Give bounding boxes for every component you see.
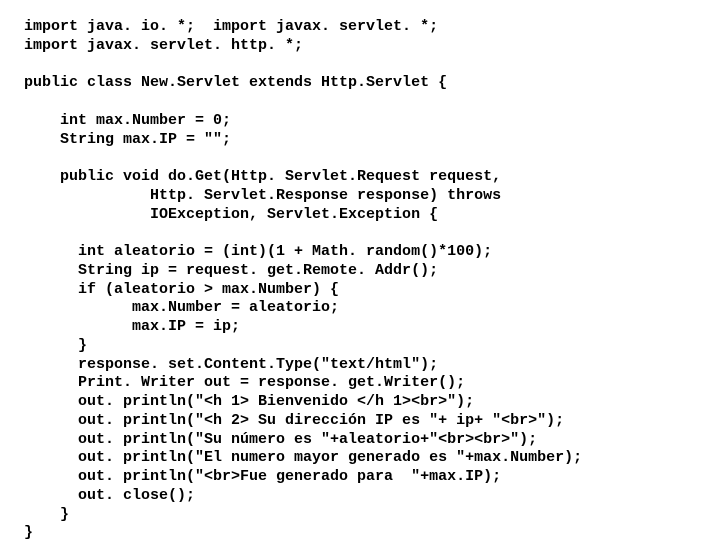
code-block: import java. io. *; import javax. servle… <box>0 0 720 543</box>
